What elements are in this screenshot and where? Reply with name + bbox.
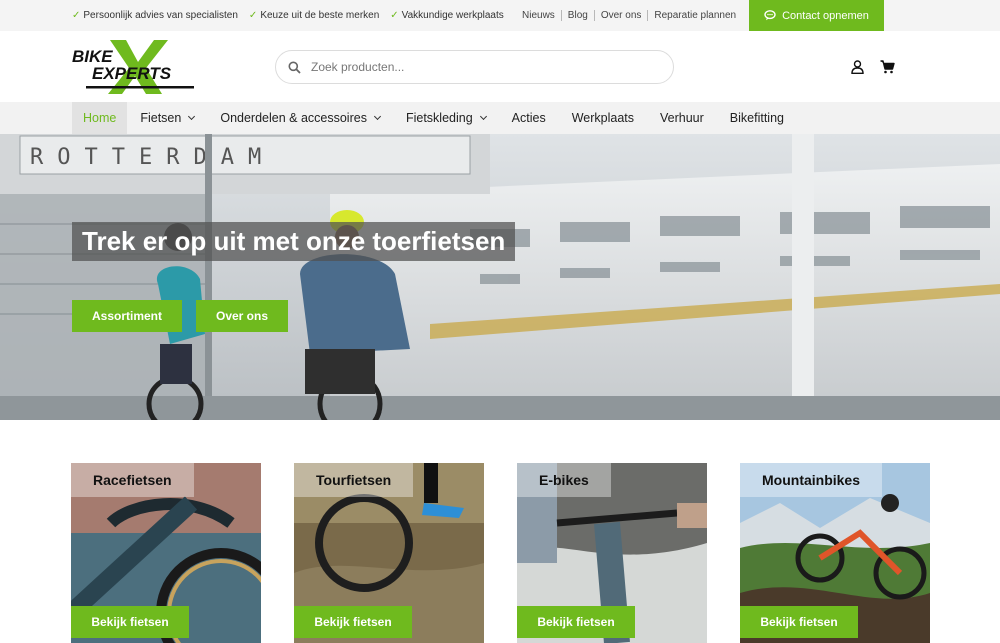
assortiment-button[interactable]: Assortiment: [72, 300, 182, 332]
usp-item: ✓ Persoonlijk advies van specialisten: [72, 10, 238, 21]
hero-sign-text: ROTTERDAM: [30, 145, 275, 170]
top-link-blog[interactable]: Blog: [560, 10, 594, 21]
shopping-cart-icon[interactable]: [880, 60, 895, 74]
usp-label: Persoonlijk advies van specialisten: [83, 10, 238, 21]
nav-item-label: Fietskleding: [405, 111, 473, 125]
nav-item-label: Verhuur: [660, 111, 704, 125]
main-navigation: Home Fietsen Onderdelen & accessoires Fi…: [0, 102, 1000, 134]
bekijk-fietsen-button[interactable]: Bekijk fietsen: [517, 606, 635, 638]
over-ons-button[interactable]: Over ons: [196, 300, 288, 332]
nav-item-label: Onderdelen & accessoires: [220, 111, 367, 125]
nav-item-label: Fietsen: [140, 111, 182, 125]
check-icon: ✓: [390, 10, 399, 21]
bekijk-fietsen-button[interactable]: Bekijk fietsen: [740, 606, 858, 638]
chat-icon: [764, 10, 776, 21]
logo-text-experts: EXPERTS: [92, 64, 172, 83]
search-icon[interactable]: [288, 61, 301, 74]
nav-item-acties[interactable]: Acties: [499, 102, 559, 134]
search-bar[interactable]: [275, 50, 674, 84]
nav-item-fietsen[interactable]: Fietsen: [127, 102, 207, 134]
top-link-over-ons[interactable]: Over ons: [593, 10, 648, 21]
bike-experts-logo[interactable]: BIKE EXPERTS: [72, 38, 194, 94]
nav-item-label: Home: [83, 111, 117, 125]
usp-item: ✓ Vakkundige werkplaats: [390, 10, 504, 21]
hero-image: ROTTERDAM: [0, 134, 1000, 420]
category-card-mountainbikes[interactable]: Mountainbikes Bekijk fietsen: [740, 463, 930, 643]
hero-title: Trek er op uit met onze toerfietsen: [72, 222, 516, 261]
top-bar: ✓ Persoonlijk advies van specialisten ✓ Ke…: [0, 0, 1000, 31]
bekijk-fietsen-button[interactable]: Bekijk fietsen: [294, 606, 412, 638]
nav-item-verhuur[interactable]: Verhuur: [647, 102, 717, 134]
nav-item-home[interactable]: Home: [72, 102, 128, 134]
nav-item-onderdelen[interactable]: Onderdelen & accessoires: [207, 102, 393, 134]
chevron-down-icon: [188, 112, 196, 121]
nav-item-bikefitting[interactable]: Bikefitting: [717, 102, 797, 134]
nav-item-fietskleding[interactable]: Fietskleding: [393, 102, 499, 134]
top-links: Nieuws Blog Over ons Reparatie plannen: [522, 0, 742, 31]
category-card-racefietsen[interactable]: Racefietsen Bekijk fietsen: [71, 463, 261, 643]
contact-button[interactable]: Contact opnemen: [749, 0, 884, 31]
nav-item-label: Bikefitting: [729, 111, 784, 125]
usp-label: Vakkundige werkplaats: [401, 10, 504, 21]
category-card-e-bikes[interactable]: E-bikes Bekijk fietsen: [517, 463, 707, 643]
check-icon: ✓: [248, 10, 258, 21]
contact-button-label: Contact opnemen: [782, 9, 869, 22]
nav-item-label: Acties: [511, 111, 546, 125]
nav-item-label: Werkplaats: [571, 111, 634, 125]
usp-list: ✓ Persoonlijk advies van specialisten ✓ Ke…: [72, 0, 504, 31]
chevron-down-icon: [373, 112, 381, 121]
usp-label: Keuze uit de beste merken: [260, 10, 380, 21]
category-card-tourfietsen[interactable]: Tourfietsen Bekijk fietsen: [294, 463, 484, 643]
hero-banner: ROTTERDAM Trek er op uit met onze toerfi…: [0, 134, 1000, 420]
category-title: E-bikes: [517, 463, 611, 497]
header: BIKE EXPERTS: [0, 31, 1000, 102]
usp-item: ✓ Keuze uit de beste merken: [249, 10, 379, 21]
bekijk-fietsen-button[interactable]: Bekijk fietsen: [71, 606, 189, 638]
search-input[interactable]: [311, 60, 641, 74]
check-icon: ✓: [72, 10, 81, 21]
category-title: Mountainbikes: [740, 463, 883, 497]
nav-item-werkplaats[interactable]: Werkplaats: [559, 102, 647, 134]
user-account-icon[interactable]: [851, 60, 864, 74]
top-link-nieuws[interactable]: Nieuws: [522, 10, 561, 21]
category-title: Racefietsen: [71, 463, 194, 497]
top-link-reparatie[interactable]: Reparatie plannen: [647, 10, 742, 21]
category-title: Tourfietsen: [294, 463, 414, 497]
chevron-down-icon: [479, 112, 487, 121]
